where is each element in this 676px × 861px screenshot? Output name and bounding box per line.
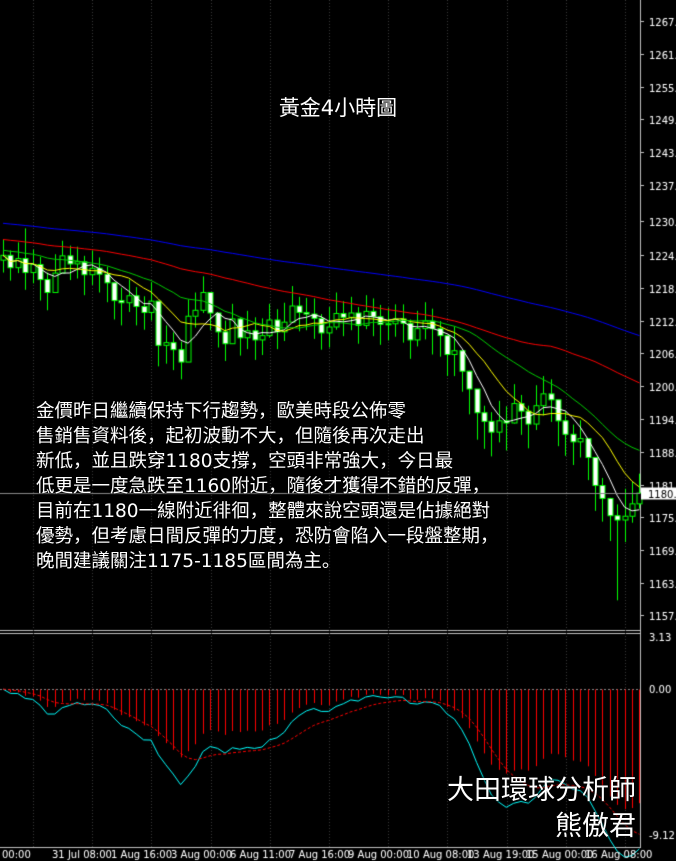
watermark-analyst: 熊傲君 <box>555 811 636 842</box>
market-commentary: 金價昨日繼續保持下行趨勢，歐美時段公佈零 售銷售資料後，起初波動不大，但隨後再次… <box>36 399 596 574</box>
commentary-line: 售銷售資料後，起初波動不大，但隨後再次走出 <box>36 426 425 447</box>
commentary-line: 金價昨日繼續保持下行趨勢，歐美時段公佈零 <box>36 401 407 422</box>
commentary-line: 低更是一度急跌至1160附近，隨後才獲得不錯的反彈， <box>36 476 491 497</box>
commentary-line: 優勢，但考慮日間反彈的力度，恐防會陷入一段盤整期， <box>36 526 499 547</box>
chart-title: 黃金4小時圖 <box>278 96 398 120</box>
commentary-line: 晚間建議關注1175-1185區間為主。 <box>36 551 341 572</box>
commentary-line: 目前在1180一線附近徘徊，整體來說空頭還是佔據絕對 <box>36 501 491 522</box>
watermark-company: 大田環球分析師 <box>447 775 636 806</box>
commentary-line: 新低，並且跌穿1180支撐，空頭非常強大，今日最 <box>36 451 454 472</box>
